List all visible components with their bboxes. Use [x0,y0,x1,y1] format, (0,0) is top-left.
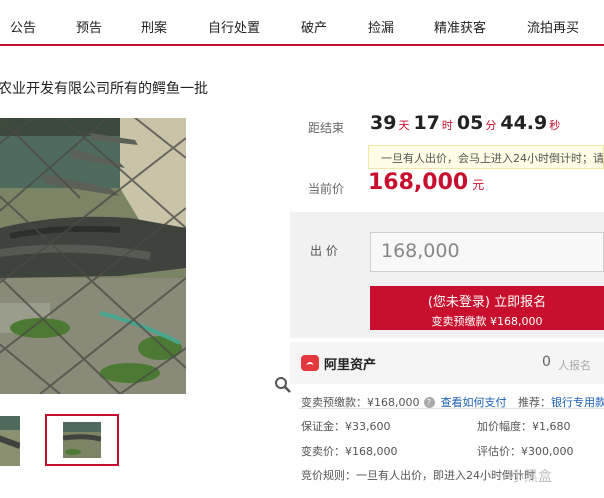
thumbnail-image [63,422,101,458]
bid-amount-input[interactable]: 168,000 [370,232,604,272]
nav-item-preview[interactable]: 预告 [76,17,102,36]
bond-value: 保证金：¥33,600 [301,420,391,433]
countdown-label: 距结束 [308,121,345,135]
nav-item-resale[interactable]: 流拍再买 [527,17,579,36]
countdown-seconds-unit: 秒 [549,119,561,132]
nav-item-criminal[interactable]: 刑案 [141,17,167,36]
signup-button[interactable]: (您未登录) 立即报名 变卖预缴款 ¥168,000 [370,286,604,330]
thumbnail-image [0,416,20,466]
countdown-hours: 17 [413,112,440,134]
valuation-value: 评估价：¥300,000 [477,445,574,458]
countdown-hours-unit: 时 [441,119,453,132]
ali-assets-bar: 阿里资产 0 人报名 [290,342,604,384]
thumbnail-2-selected[interactable] [45,414,119,466]
watermark: 小黑盒 [510,469,552,485]
crocodile-photo-image [0,118,186,394]
sale-price-value: 变卖价：¥168,000 [301,445,398,458]
increment-value: 加价幅度：¥1,680 [477,420,571,433]
ali-logo-icon [301,355,319,371]
details-divider [298,408,604,409]
current-price: 168,000 元 [368,170,484,195]
bid-label: 出 价 [310,244,338,258]
signup-button-deposit: 变卖预缴款 ¥168,000 [431,315,543,328]
countdown-seconds: 44.9 [500,112,548,134]
countdown-minutes-unit: 分 [485,119,497,132]
countdown-days: 39 [370,112,397,134]
current-price-unit: 元 [472,178,485,192]
ali-assets-name: 阿里资产 [324,358,377,373]
nav-item-bankruptcy[interactable]: 破产 [301,17,327,36]
registration-count: 0 [542,354,551,370]
current-price-value: 168,000 [368,170,469,195]
thumbnail-1[interactable] [0,416,20,466]
nav-item-precise-customer[interactable]: 精准获客 [434,17,486,36]
bid-panel: 出 价 168,000 (您未登录) 立即报名 变卖预缴款 ¥168,000 [290,212,604,338]
nav-item-self-disposal[interactable]: 自行处置 [208,17,260,36]
signup-button-label: (您未登录) 立即报名 [427,295,547,310]
nav-item-announcement[interactable]: 公告 [10,17,36,36]
current-price-label: 当前价 [308,182,345,196]
bid-rule: 竞价规则：一旦有人出价，即进入24小时倒计时 [301,469,535,482]
top-nav: 公告 预告 刑案 自行处置 破产 捡漏 精准获客 流拍再买 [0,0,604,46]
countdown-timer: 39 天 17 时 05 分 44.9 秒 [370,112,564,134]
bid-notice: 一旦有人出价，会马上进入24小时倒计时；请 [368,145,604,169]
nav-item-bargain[interactable]: 捡漏 [368,17,394,36]
countdown-minutes: 05 [456,112,484,134]
item-title: 农业开发有限公司所有的鳄鱼一批 [0,81,208,97]
help-icon[interactable]: ? [423,397,435,408]
registration-count-label: 人报名 [558,359,591,372]
countdown-days-unit: 天 [398,119,410,132]
main-photo[interactable] [0,118,186,394]
